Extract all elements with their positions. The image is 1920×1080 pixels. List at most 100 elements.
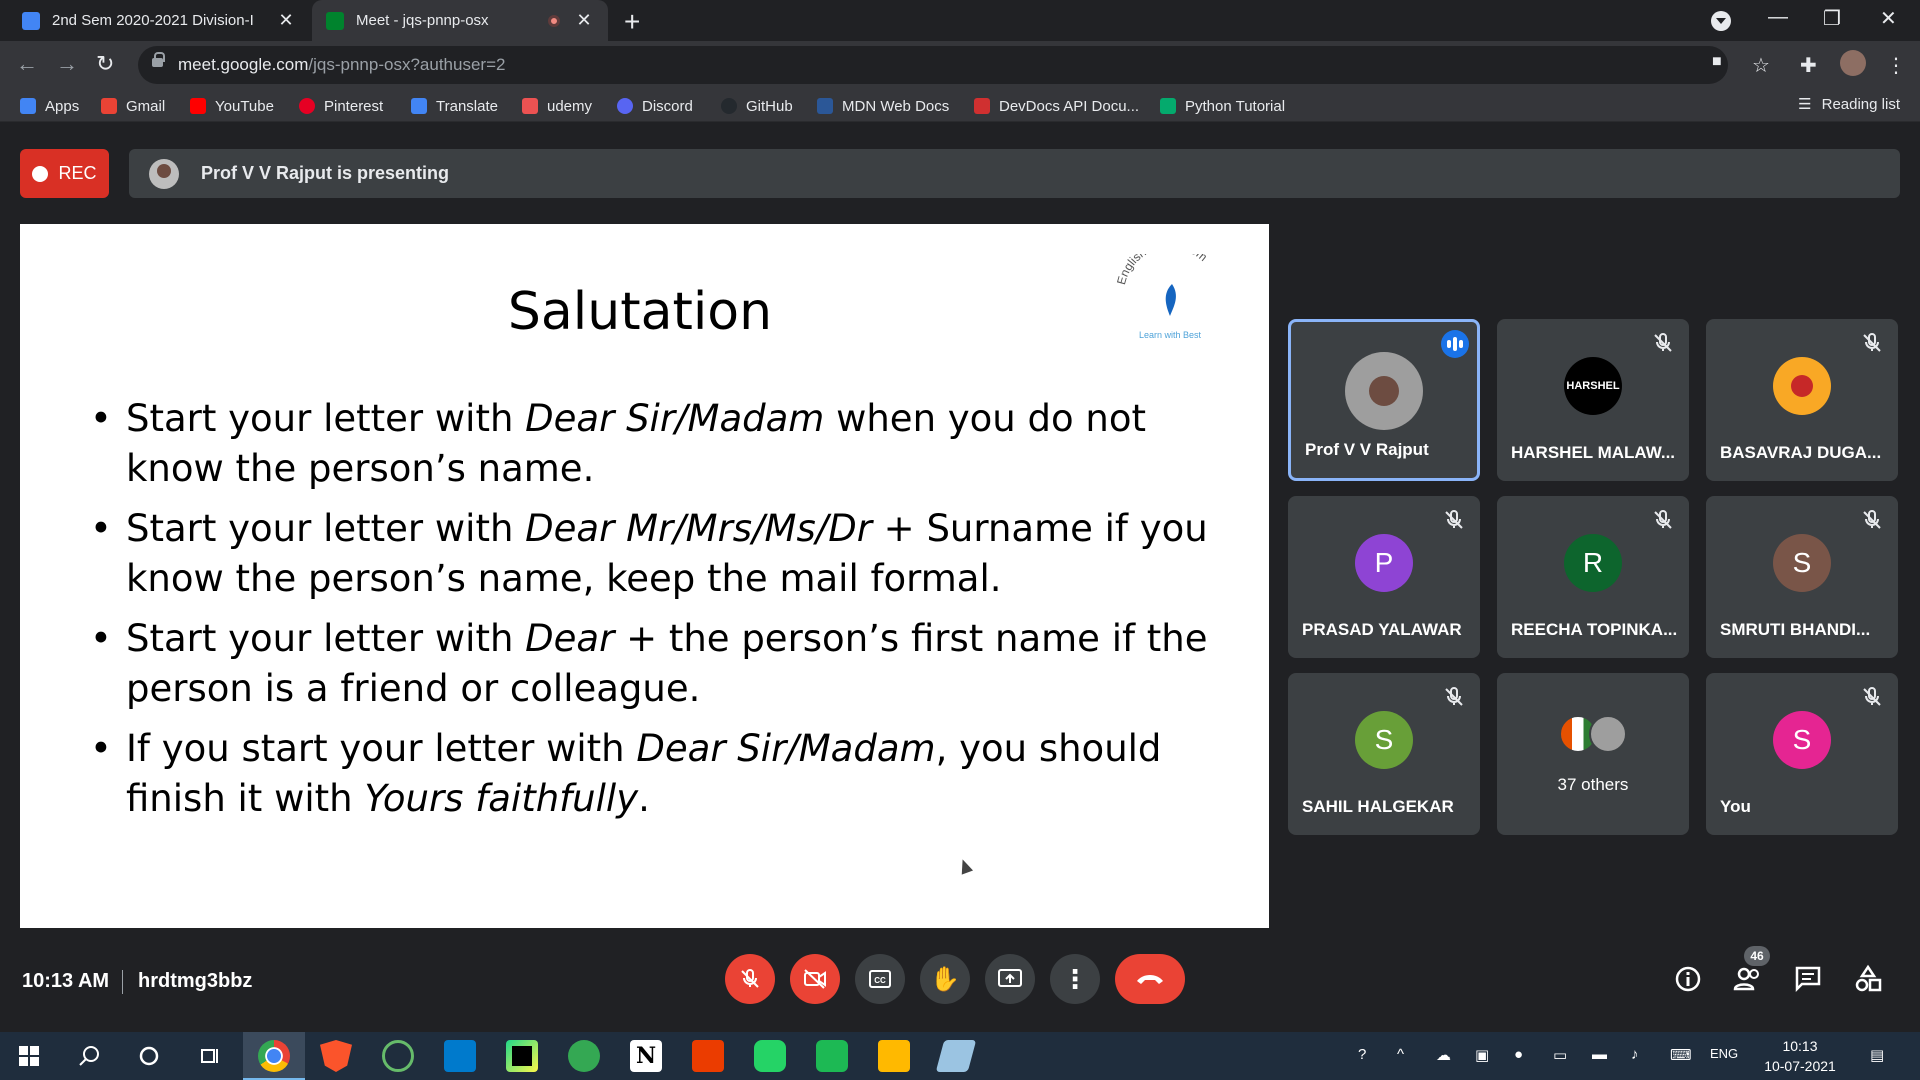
maps-taskbar-icon[interactable] [568, 1040, 600, 1072]
tab-search-button[interactable] [1711, 11, 1731, 31]
help-icon[interactable]: ? [1358, 1046, 1366, 1063]
back-arrow-icon[interactable]: ← [16, 51, 38, 77]
task-view-icon[interactable] [198, 1045, 220, 1067]
divider [122, 970, 123, 994]
battery-icon[interactable]: ▬ [1592, 1046, 1607, 1063]
pycharm-taskbar-icon[interactable] [506, 1040, 538, 1072]
slide-bullet: Start your letter with Dear Sir/Madam wh… [90, 394, 1230, 494]
people-icon[interactable] [1733, 964, 1763, 994]
cortana-icon[interactable] [138, 1045, 160, 1067]
input-language[interactable]: ENG [1710, 1046, 1738, 1061]
volume-icon[interactable]: ♪ [1631, 1046, 1639, 1063]
vscode-taskbar-icon[interactable] [444, 1040, 476, 1072]
participant-tile[interactable]: HARSHEL HARSHEL MALAW... [1497, 319, 1689, 481]
restore-window-icon[interactable]: ❐ [1823, 6, 1841, 31]
profile-avatar[interactable] [1840, 50, 1866, 76]
onedrive-icon[interactable]: ☁ [1436, 1046, 1451, 1064]
bookmark-label: Translate [436, 97, 498, 115]
meeting-info-icon[interactable] [1673, 964, 1703, 994]
captions-button[interactable]: CC [855, 954, 905, 1004]
atom-taskbar-icon[interactable] [382, 1040, 414, 1072]
discord-icon [617, 98, 633, 114]
keyboard-icon[interactable]: ⌨ [1670, 1046, 1692, 1064]
participant-tile-self[interactable]: S You [1706, 673, 1898, 835]
bookmark-label: Apps [45, 97, 80, 115]
whatsapp-taskbar-icon[interactable] [754, 1040, 786, 1072]
forward-arrow-icon[interactable]: → [56, 51, 78, 77]
minimize-icon[interactable]: — [1768, 6, 1788, 29]
bookmark-python-tutorial[interactable]: Python Tutorial [1160, 95, 1285, 117]
search-icon[interactable] [78, 1045, 100, 1067]
windows-start-icon[interactable] [19, 1046, 39, 1066]
microphone-toggle-button[interactable] [725, 954, 775, 1004]
meeting-time: 10:13 AM [22, 970, 110, 992]
bookmark-pinterest[interactable]: Pinterest [299, 95, 383, 117]
browser-tab-meet[interactable]: Meet - jqs-pnnp-osx ✕ [312, 0, 608, 41]
participant-tile[interactable]: BASAVRAJ DUGA... [1706, 319, 1898, 481]
more-options-button[interactable]: ⋮ [1050, 954, 1100, 1004]
browser-tab-classroom[interactable]: 2nd Sem 2020-2021 Division-I ✕ [8, 0, 310, 41]
new-tab-button[interactable]: + [624, 6, 640, 38]
participant-avatar: S [1773, 534, 1831, 592]
participant-tile[interactable]: R REECHA TOPINKA... [1497, 496, 1689, 658]
participant-name: HARSHEL MALAW... [1511, 443, 1676, 462]
participant-avatar: HARSHEL [1564, 357, 1622, 415]
office-taskbar-icon[interactable] [692, 1040, 724, 1072]
extensions-puzzle-icon[interactable]: ✚ [1800, 53, 1817, 78]
participant-tile[interactable]: S SMRUTI BHANDI... [1706, 496, 1898, 658]
bookmark-star-icon[interactable]: ☆ [1752, 53, 1770, 78]
activities-icon[interactable] [1853, 964, 1883, 994]
reading-list-button[interactable]: ☰ Reading list [1798, 95, 1900, 114]
udemy-icon [522, 98, 538, 114]
mic-off-icon [741, 968, 759, 988]
participant-tile[interactable]: S SAHIL HALGEKAR [1288, 673, 1480, 835]
participant-tile-others[interactable]: 37 others [1497, 673, 1689, 835]
participant-name: REECHA TOPINKA... [1511, 620, 1678, 639]
brave-taskbar-icon[interactable] [320, 1040, 352, 1072]
slide-bullet: Start your letter with Dear + the person… [90, 614, 1230, 714]
participant-avatar [1773, 357, 1831, 415]
bookmark-devdocs[interactable]: DevDocs API Docu... [974, 95, 1139, 117]
bookmark-github[interactable]: GitHub [721, 95, 793, 117]
close-tab-icon[interactable]: ✕ [574, 10, 594, 31]
notifications-icon[interactable]: ▤ [1870, 1046, 1884, 1064]
chrome-menu-icon[interactable]: ⋮ [1886, 53, 1906, 78]
camera-icon[interactable]: ▣ [1475, 1046, 1489, 1064]
mic-off-icon [1654, 332, 1672, 352]
presentation-slide: Salutation English Classroom Learn with … [20, 224, 1269, 928]
recording-badge[interactable]: REC [20, 149, 109, 198]
spotify-taskbar-icon[interactable] [816, 1040, 848, 1072]
reload-icon[interactable]: ↻ [96, 51, 114, 77]
network-icon[interactable]: ▭ [1553, 1046, 1567, 1064]
chat-icon[interactable] [1793, 964, 1823, 994]
app-taskbar-icon[interactable] [935, 1040, 977, 1072]
system-clock[interactable]: 10:13 10-07-2021 [1750, 1036, 1850, 1076]
bookmark-translate[interactable]: Translate [411, 95, 498, 117]
present-screen-button[interactable] [985, 954, 1035, 1004]
more-vertical-icon: ⋮ [1062, 963, 1088, 994]
bookmark-gmail[interactable]: Gmail [101, 95, 165, 117]
participant-tile[interactable]: P PRASAD YALAWAR [1288, 496, 1480, 658]
chrome-taskbar-icon[interactable] [258, 1040, 290, 1072]
participant-avatar: R [1564, 534, 1622, 592]
close-tab-icon[interactable]: ✕ [276, 10, 296, 31]
participant-tile-presenter[interactable]: Prof V V Rajput [1288, 319, 1480, 481]
bookmark-apps[interactable]: Apps [20, 95, 79, 117]
microphone-icon[interactable]: ● [1514, 1046, 1523, 1063]
bookmark-mdn[interactable]: MDN Web Docs [817, 95, 949, 117]
camera-in-use-icon[interactable]: ■ [1712, 53, 1722, 71]
github-icon [721, 98, 737, 114]
camera-toggle-button[interactable] [790, 954, 840, 1004]
leave-call-button[interactable] [1115, 954, 1185, 1004]
bookmark-youtube[interactable]: YouTube [190, 95, 274, 117]
address-bar[interactable]: meet.google.com/jqs-pnnp-osx?authuser=2 [138, 46, 1728, 84]
raise-hand-button[interactable]: ✋ [920, 954, 970, 1004]
recording-indicator-icon [548, 14, 560, 27]
close-window-icon[interactable]: ✕ [1880, 6, 1897, 31]
devdocs-icon [974, 98, 990, 114]
bookmark-udemy[interactable]: udemy [522, 95, 592, 117]
file-explorer-taskbar-icon[interactable] [878, 1040, 910, 1072]
show-hidden-icons-chevron-icon[interactable]: ^ [1397, 1046, 1404, 1063]
bookmark-discord[interactable]: Discord [617, 95, 693, 117]
notion-taskbar-icon[interactable]: N [630, 1040, 662, 1072]
